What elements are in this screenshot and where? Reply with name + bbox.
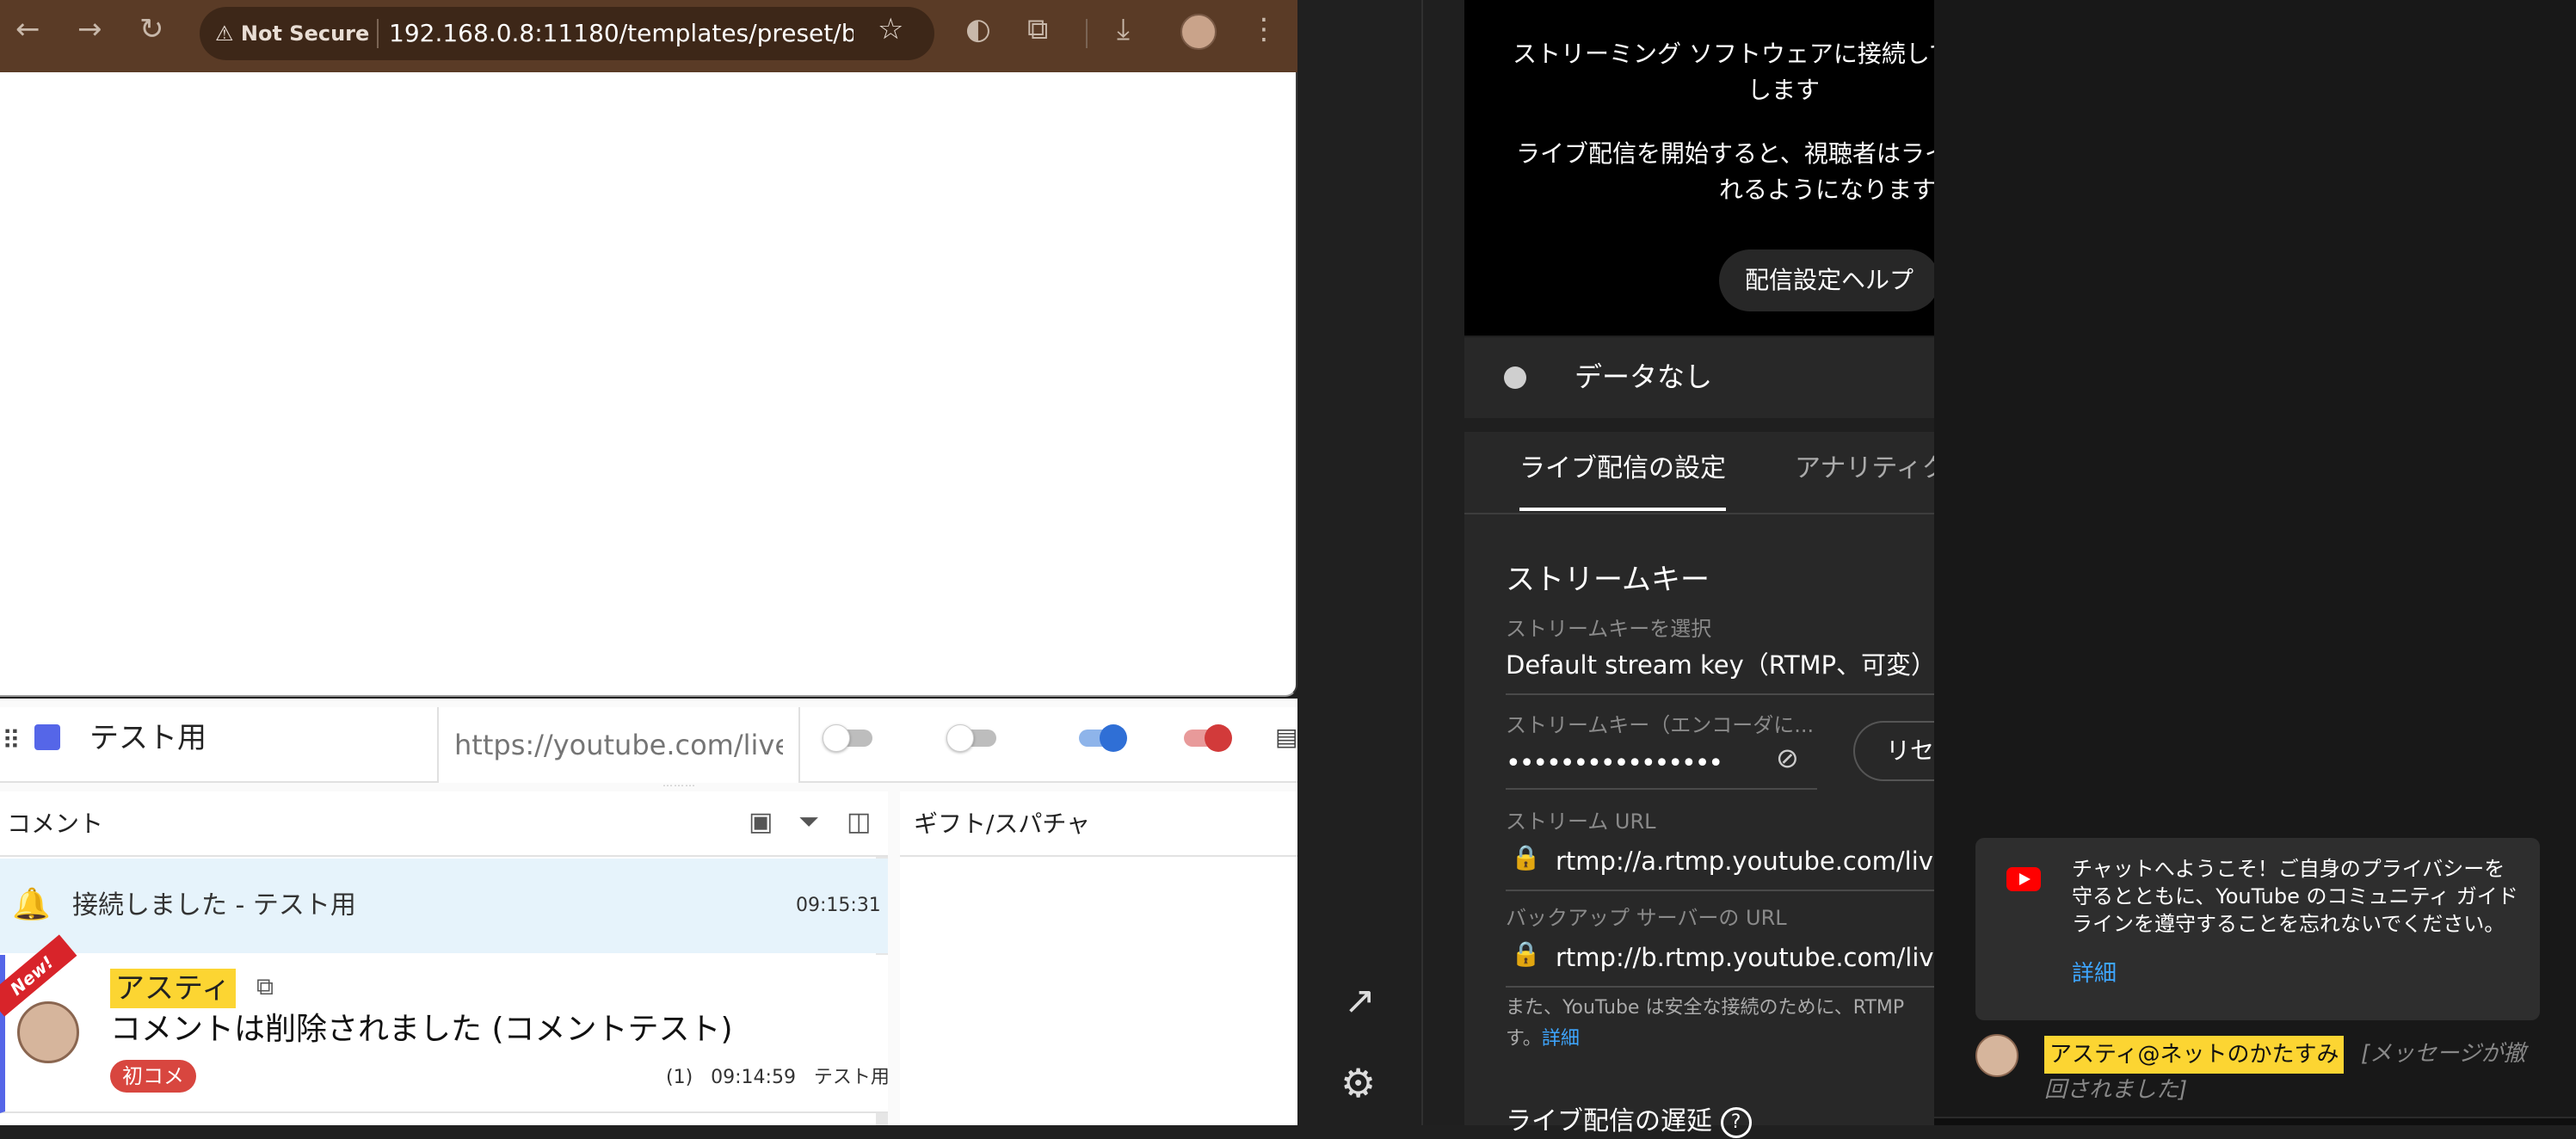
comment-meta: (1) 09:14:59 テスト用	[666, 1067, 890, 1088]
stream-url-label: ストリーム URL	[1506, 810, 1656, 834]
tab-stream-settings[interactable]: ライブ配信の設定	[1519, 447, 1726, 490]
preview-text-2a: ライブ配信を開始すると、視聴者はライ	[1516, 139, 1949, 168]
stream-key-label: ストリームキー（エンコーダに...	[1506, 713, 1815, 737]
toggle-4[interactable]	[1179, 724, 1232, 752]
divider	[1086, 19, 1088, 48]
chat-welcome-text: チャットへようこそ！ご自身のプライバシーを守るとともに、YouTube のコミュ…	[2072, 857, 2518, 936]
commenter-name[interactable]: アスティ	[110, 969, 236, 1008]
lock-icon: 🔒	[1511, 939, 1541, 968]
tab-analytics[interactable]: アナリティク	[1795, 447, 1948, 490]
stream-key-value[interactable]: ••••••••••••••••••••••••	[1506, 748, 1721, 779]
status-indicator	[1504, 366, 1526, 389]
toggle-2[interactable]	[946, 724, 1000, 752]
system-message-text: 接続しました - テスト用	[72, 890, 356, 920]
back-icon[interactable]: ←	[15, 12, 40, 46]
security-note-line2: す。詳細	[1506, 1024, 1934, 1055]
select-key-label: ストリームキーを選択	[1506, 617, 1712, 641]
connection-color[interactable]	[34, 724, 60, 750]
comments-title: コメント	[7, 810, 104, 838]
drag-handle-icon[interactable]: ⠿	[2, 726, 21, 756]
backup-url-label: バックアップ サーバーの URL	[1506, 906, 1787, 930]
not-secure-label: Not Secure	[240, 22, 370, 46]
stream-key-select[interactable]: Default stream key（RTMP、可変）	[1506, 647, 1936, 683]
eye-off-icon[interactable]: ⊘	[1776, 742, 1799, 774]
puzzle-icon[interactable]: ⧉	[1027, 12, 1048, 46]
open-profile-icon[interactable]: ⧉	[256, 972, 274, 1001]
latency-title-text: ライブ配信の遅延	[1506, 1106, 1712, 1136]
toggle-3[interactable]	[1074, 724, 1127, 752]
forward-icon[interactable]: →	[77, 12, 102, 46]
preview-text-1a: ストリーミング ソフトウェアに接続して	[1513, 40, 1954, 68]
chat-input-edge	[1934, 1117, 2576, 1125]
system-message-time: 09:15:31	[796, 895, 881, 916]
status-text: データなし	[1575, 360, 1713, 393]
warning-icon: ⚠	[215, 22, 234, 46]
details-link[interactable]: 詳細	[1542, 1028, 1580, 1050]
divider	[377, 19, 379, 48]
side-rail	[1299, 0, 1423, 1125]
bookmark-star-icon[interactable]: ☆	[878, 12, 903, 46]
stream-url-value[interactable]: rtmp://a.rtmp.youtube.com/live2	[1556, 843, 1964, 879]
toggle-1[interactable]	[823, 724, 876, 752]
active-tab-underline	[1519, 508, 1726, 511]
reload-icon[interactable]: ↻	[139, 12, 164, 46]
download-icon[interactable]: ⤓	[1117, 12, 1130, 46]
split-handle[interactable]: ⋯⋯⋯	[662, 779, 723, 791]
chat-author-avatar[interactable]	[1975, 1034, 2018, 1077]
preview-text-2b: れるようになります	[1719, 175, 1937, 204]
gear-icon[interactable]: ⚙	[1340, 1060, 1376, 1106]
chat-welcome-link[interactable]: 詳細	[2072, 958, 2117, 989]
chat-icon[interactable]: ▤	[1275, 723, 1297, 751]
stream-help-button[interactable]: 配信設定ヘルプ	[1719, 249, 1940, 311]
chat-author-name[interactable]: アスティ@ネットのかたすみ	[2044, 1036, 2345, 1074]
not-secure-chip[interactable]: ⚠ Not Secure	[215, 15, 373, 52]
browser-window	[0, 0, 1297, 697]
divider	[1506, 890, 1934, 891]
first-comment-badge: 初コメ	[110, 1060, 196, 1093]
extension-icon[interactable]: ◐	[965, 12, 991, 46]
stream-key-title: ストリームキー	[1506, 563, 1710, 597]
latency-title: ライブ配信の遅延 ?	[1506, 1105, 1752, 1139]
columns-icon[interactable]: ◫	[847, 807, 871, 837]
profile-avatar[interactable]	[1180, 14, 1217, 50]
divider	[1464, 513, 1934, 514]
gift-title: ギフト/スパチャ	[914, 810, 1091, 838]
security-note-line1: また、YouTube は安全な接続のために、RTMP	[1506, 997, 1905, 1019]
filter-icon[interactable]: ⏷	[798, 807, 819, 837]
preview-text-1b: します	[1747, 76, 1820, 104]
divider	[1506, 986, 1934, 988]
comment-text: コメントは削除されました (コメントテスト)	[110, 1012, 733, 1047]
external-link-icon[interactable]: ↗	[1344, 979, 1376, 1023]
commenter-avatar	[17, 1001, 79, 1063]
stream-url-input[interactable]	[437, 707, 800, 783]
bell-icon: 🔔	[12, 887, 51, 922]
youtube-logo-icon	[2006, 867, 2041, 891]
archive-icon[interactable]: ▣	[749, 807, 773, 837]
more-icon[interactable]: ⋮	[1249, 12, 1279, 46]
help-icon[interactable]: ?	[1720, 1106, 1752, 1138]
security-note-line2-text: す。	[1506, 1028, 1542, 1050]
security-note: また、YouTube は安全な接続のために、RTMP す。詳細	[1506, 993, 1934, 1055]
connection-name[interactable]: テスト用	[89, 717, 206, 759]
url-text[interactable]: 192.168.0.8:11180/templates/preset/ba...	[389, 15, 854, 52]
divider	[1506, 693, 1934, 695]
divider	[1506, 788, 1817, 790]
backup-url-value[interactable]: rtmp://b.rtmp.youtube.com/live2	[1556, 939, 1965, 976]
lock-icon: 🔒	[1511, 843, 1541, 871]
